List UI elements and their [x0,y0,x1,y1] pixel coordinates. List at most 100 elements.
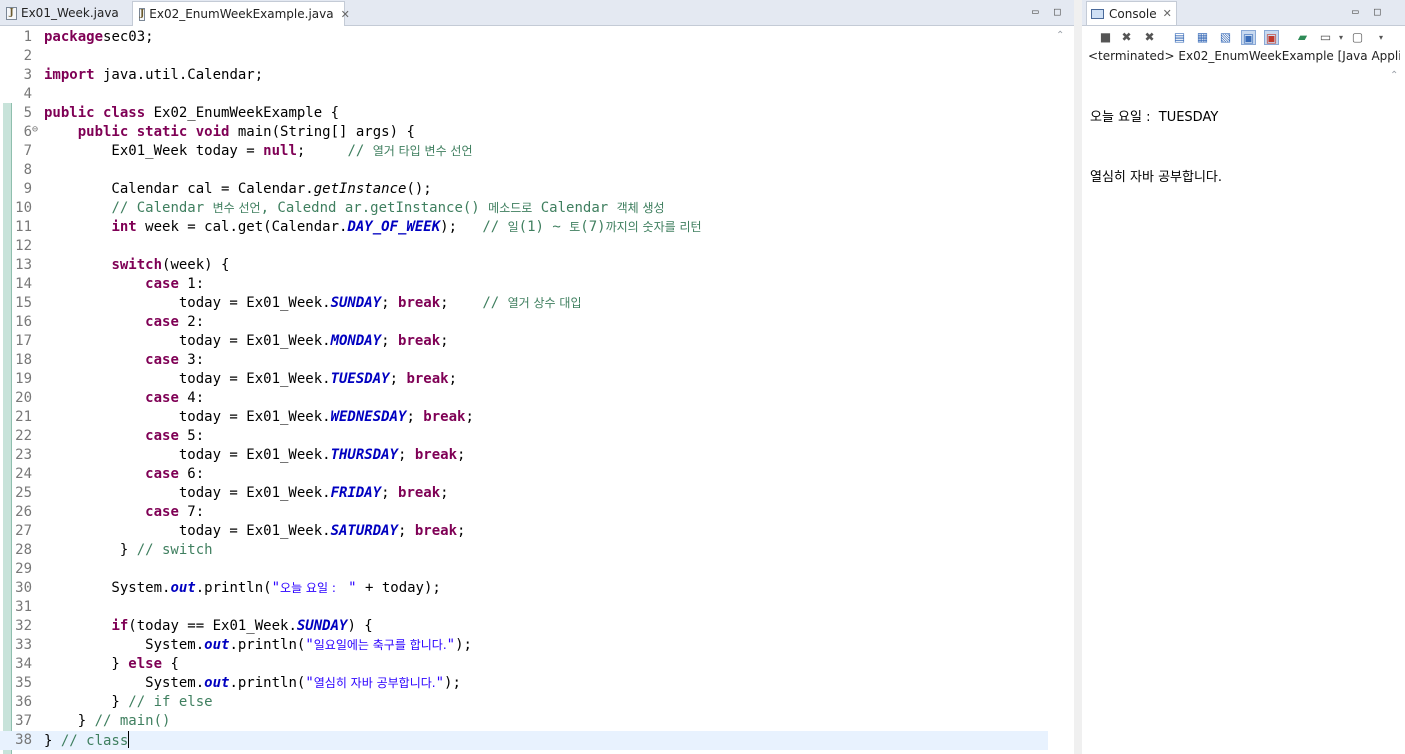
line-number: 32 [15,618,32,634]
code-line[interactable]: 16 case 2: [0,313,1048,332]
code-line[interactable]: 15 today = Ex01_Week.SUNDAY; break; // 열… [0,294,1048,313]
code-line[interactable]: 2 [0,47,1048,66]
code-line[interactable]: 11 int week = cal.get(Calendar.DAY_OF_WE… [0,218,1048,237]
code-line[interactable]: 9 Calendar cal = Calendar.getInstance(); [0,180,1048,199]
code-token: .println( [229,675,306,691]
code-line[interactable]: 32 if(today == Ex01_Week.SUNDAY) { [0,617,1048,636]
code-token: System. [44,675,205,691]
code-line[interactable]: 17 today = Ex01_Week.MONDAY; break; [0,332,1048,351]
code-text: today = Ex01_Week.THURSDAY; break; [44,446,466,465]
code-token: ; [440,333,449,349]
open-console-icon[interactable]: ▢ [1350,30,1365,45]
code-token: today = Ex01_Week. [44,333,331,349]
tab-ex01-week[interactable]: J Ex01_Week.java [0,1,130,25]
line-number: 2 [23,48,32,64]
scroll-up-icon[interactable]: ⌃ [1056,30,1064,41]
code-line[interactable]: 6 ⊖ public static void main(String[] args… [0,123,1048,142]
code-line[interactable]: 34 } else { [0,655,1048,674]
code-line[interactable]: 5 public class Ex02_EnumWeekExample { [0,104,1048,123]
console-icon [1091,8,1104,19]
text-cursor [128,731,130,748]
code-token: ; [381,485,399,501]
code-line[interactable]: 37 } // main() [0,712,1048,731]
code-line[interactable]: 12 [0,237,1048,256]
code-line[interactable]: 30 System.out.println("오늘 요일 : " + today… [0,579,1048,598]
open-console-dropdown-icon[interactable]: ▾ [1377,30,1385,45]
code-line[interactable]: 10 // Calendar 변수 선언, Calednd ar.getInst… [0,199,1048,218]
scroll-up-icon[interactable]: ⌃ [1390,70,1398,81]
code-text: today = Ex01_Week.FRIDAY; break; [44,484,449,503]
code-text: } // switch [44,541,213,560]
code-token: ; [398,523,415,539]
code-line[interactable]: 21 today = Ex01_Week.WEDNESDAY; break; [0,408,1048,427]
code-line[interactable]: 4 [0,85,1048,104]
maximize-icon[interactable]: □ [1374,5,1381,18]
code-line[interactable]: 14 case 1: [0,275,1048,294]
code-line[interactable]: 29 [0,560,1048,579]
code-line[interactable]: 3 import java.util.Calendar; [0,66,1048,85]
show-on-stderr-icon[interactable]: ▣ [1264,30,1279,45]
scroll-lock-icon[interactable]: ▦ [1195,30,1210,45]
code-token: ; [440,295,483,311]
code-token: } [44,542,137,558]
code-line[interactable]: 22 case 5: [0,427,1048,446]
display-dropdown-icon[interactable]: ▾ [1337,30,1345,45]
console-output[interactable]: 오늘 요일 : TUESDAY 열심히 자바 공부합니다. [1090,68,1222,228]
word-wrap-icon[interactable]: ▧ [1218,30,1233,45]
tab-ex02-enumweekexample[interactable]: J Ex02_EnumWeekExample.java ✕ [132,1,350,26]
field-token: FRIDAY [330,485,382,501]
code-line[interactable]: 13 switch(week) { [0,256,1048,275]
code-line[interactable]: 19 today = Ex01_Week.TUESDAY; break; [0,370,1048,389]
string-token: 열심히 자바 공부합니다. [313,676,436,690]
minimize-icon[interactable]: ▭ [1032,5,1039,18]
code-line[interactable]: 27 today = Ex01_Week.SATURDAY; break; [0,522,1048,541]
close-icon[interactable]: ✕ [341,8,350,21]
code-line[interactable]: 7 Ex01_Week today = null; // 열거 타입 변수 선언 [0,142,1048,161]
code-line[interactable]: 8 [0,161,1048,180]
comment-token: 열거 상수 대입 [507,296,582,310]
pin-console-icon[interactable]: ▰ [1295,30,1310,45]
code-line[interactable]: 24 case 6: [0,465,1048,484]
code-line[interactable]: 1 packagesec03; [0,28,1048,47]
code-line[interactable]: 25 today = Ex01_Week.FRIDAY; break; [0,484,1048,503]
line-number: 27 [15,523,32,539]
display-selected-console-icon[interactable]: ▭ [1318,30,1333,45]
code-editor[interactable]: J Ex01_Week.java J Ex02_EnumWeekExample.… [0,0,1074,754]
code-token: .println( [195,580,272,596]
code-line[interactable]: 23 today = Ex01_Week.THURSDAY; break; [0,446,1048,465]
code-token: } [44,656,129,672]
console-toolbar: ■ ✖ ✖ ▤ ▦ ▧ ▣ ▣ ▰ ▭ ▾ ▢ ▾ [1082,26,1405,50]
code-text: case 6: [44,465,204,484]
fold-toggle-icon[interactable]: ⊖ [32,120,38,139]
code-line[interactable]: 18 case 3: [0,351,1048,370]
terminate-icon[interactable]: ■ [1098,30,1113,45]
code-line[interactable]: 38} // class [0,731,1048,750]
vertical-scrollbar[interactable]: ⌃ [1048,26,1074,754]
show-on-stdout-icon[interactable]: ▣ [1241,30,1256,45]
minimize-icon[interactable]: ▭ [1352,5,1359,18]
clear-console-icon[interactable]: ▤ [1172,30,1187,45]
code-token: ; [457,447,466,463]
keyword-token: break [414,447,458,463]
remove-all-terminated-icon[interactable]: ✖ [1142,30,1157,45]
code-line[interactable]: 28 } // switch [0,541,1048,560]
close-icon[interactable]: ✕ [1163,7,1172,20]
remove-launch-icon[interactable]: ✖ [1119,30,1134,45]
maximize-icon[interactable]: □ [1054,5,1061,18]
line-number: 38 [15,732,32,748]
tab-console[interactable]: Console ✕ [1086,1,1177,25]
code-line[interactable]: 36 } // if else [0,693,1048,712]
code-line[interactable]: 33 System.out.println("일요일에는 축구를 합니다."); [0,636,1048,655]
code-text: // Calendar 변수 선언, Calednd ar.getInstanc… [44,199,664,218]
code-line[interactable]: 35 System.out.println("열심히 자바 공부합니다."); [0,674,1048,693]
keyword-token: case [145,314,179,330]
console-vertical-scrollbar[interactable]: ⌃ [1384,68,1405,754]
code-token: ) { [347,618,373,634]
code-line[interactable]: 26 case 7: [0,503,1048,522]
code-line[interactable]: 20 case 4: [0,389,1048,408]
editor-tab-bar: J Ex01_Week.java J Ex02_EnumWeekExample.… [0,0,1074,26]
code-line[interactable]: 31 [0,598,1048,617]
pane-divider[interactable] [1074,0,1082,754]
comment-token: (1) ~ [518,219,570,235]
